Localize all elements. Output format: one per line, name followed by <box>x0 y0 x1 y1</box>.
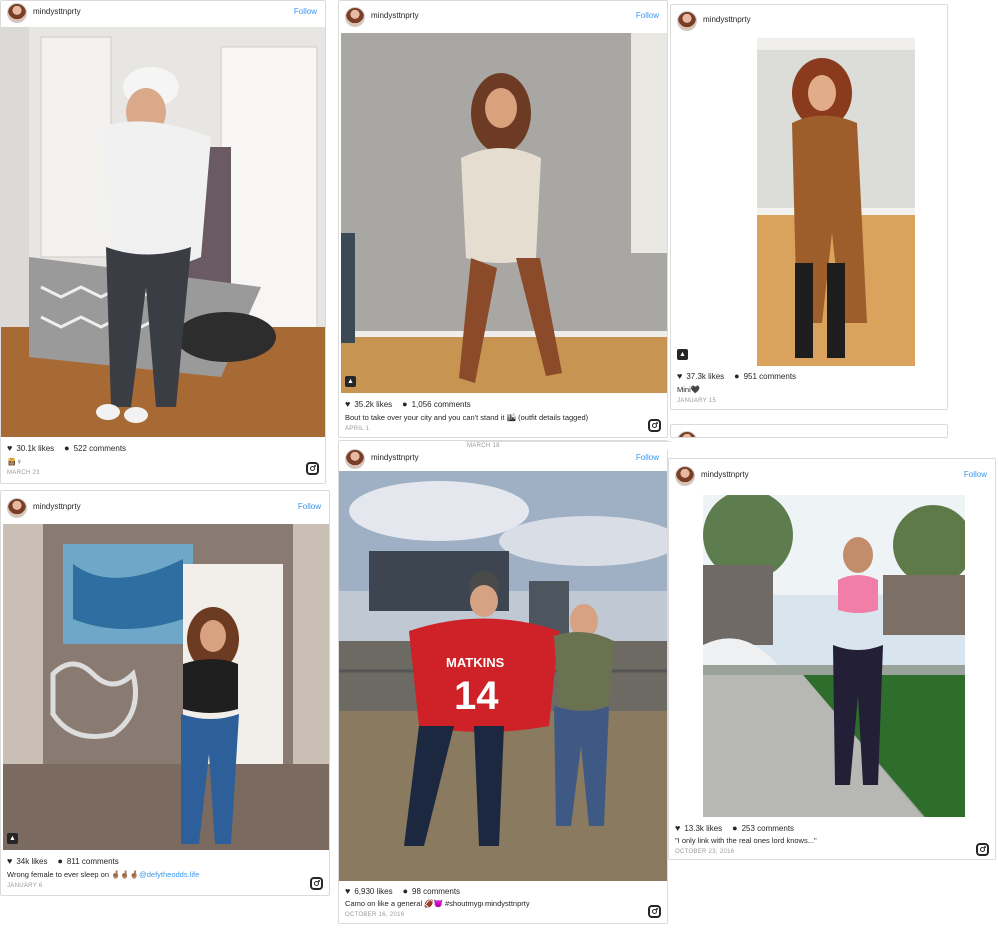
user-tag-icon[interactable]: ▲ <box>7 833 18 844</box>
likes-count: 6,930 likes <box>354 887 393 896</box>
post-caption: Camo on like a general 🏈😈 #shoutmyguys <box>345 899 494 908</box>
fragment-date: MARCH 18 <box>465 441 671 450</box>
likes-count: 35.2k likes <box>354 400 393 409</box>
avatar[interactable] <box>345 449 365 469</box>
post-photo[interactable]: ▲ <box>3 524 329 850</box>
username[interactable]: mindysttnprty <box>703 15 751 24</box>
post-caption: Wrong female to ever sleep on 🤞🏽🤞🏽🤞🏽@def… <box>7 870 199 879</box>
instagram-icon[interactable] <box>648 419 661 432</box>
post-card: mindysttnprty Follow ▲ ♥ 35.2k likes ● 1,05… <box>338 0 668 438</box>
follow-button[interactable]: Follow <box>636 453 659 462</box>
post-date: MARCH 23 <box>7 470 40 476</box>
post-date: OCTOBER 16, 2016 <box>345 912 405 918</box>
instagram-icon[interactable] <box>310 877 323 890</box>
follow-button[interactable]: Follow <box>294 7 317 16</box>
follow-button[interactable]: Follow <box>298 502 321 511</box>
post-caption: Bout to take over your city and you can'… <box>345 413 589 422</box>
user-tag-icon[interactable]: ▲ <box>345 376 356 387</box>
post-date: OCTOBER 23, 2016 <box>675 849 735 855</box>
post-photo[interactable] <box>1 27 325 437</box>
post-header: mindysttnprty <box>671 9 947 35</box>
comments-count: 253 comments <box>741 824 795 833</box>
post-header: mindysttnprty Follow <box>669 464 995 490</box>
post-stats: ♥ 34k likes ● 811 comments <box>7 856 119 866</box>
comment-icon[interactable]: ● <box>403 886 408 896</box>
post-photo[interactable]: MATKINS 14 <box>339 471 667 881</box>
heart-icon[interactable]: ♥ <box>7 443 12 453</box>
comments-count: 522 comments <box>73 444 127 453</box>
follow-button[interactable]: Follow <box>964 470 987 479</box>
comments-count: 811 comments <box>66 857 119 866</box>
instagram-icon[interactable] <box>306 462 319 475</box>
avatar[interactable] <box>7 3 27 23</box>
comment-icon[interactable]: ● <box>732 823 737 833</box>
svg-text:14: 14 <box>454 674 499 718</box>
likes-count: 37.3k likes <box>686 372 725 381</box>
post-stats: ♥ 37.3k likes ● 951 comments <box>677 371 796 381</box>
username[interactable]: mindysttnprty <box>701 470 749 479</box>
post-card: mindysttnprty Follow ♥ 13.3k likes ● 253 co… <box>668 458 996 860</box>
comment-icon[interactable]: ● <box>402 399 407 409</box>
follow-button[interactable]: Follow <box>636 11 659 20</box>
post-stats: ♥ 35.2k likes ● 1,056 comments <box>345 399 471 409</box>
post-caption: "I only link with the real ones lord kno… <box>675 836 817 845</box>
username[interactable]: mindysttnprty <box>371 11 419 20</box>
heart-icon[interactable]: ♥ <box>345 399 350 409</box>
avatar[interactable] <box>345 7 365 27</box>
post-stats: ♥ 6,930 likes ● 98 comments <box>345 886 460 896</box>
comments-count: 1,056 comments <box>411 400 471 409</box>
likes-count: 34k likes <box>16 857 48 866</box>
likes-count: 13.3k likes <box>684 824 723 833</box>
post-card: mindysttnprty Follow ♥ 30.1k likes ● 522 co… <box>0 0 326 484</box>
post-caption: 👸🏽♀ <box>7 457 22 466</box>
avatar[interactable] <box>677 11 697 31</box>
avatar[interactable] <box>7 498 27 518</box>
instagram-icon[interactable] <box>648 905 661 918</box>
post-photo[interactable]: ▲ <box>341 33 667 393</box>
fragment-username[interactable]: mindysttnprty <box>483 899 532 908</box>
post-caption: Mini🖤 <box>677 385 701 394</box>
instagram-icon[interactable] <box>976 843 989 856</box>
likes-count: 30.1k likes <box>16 444 55 453</box>
post-stats: ♥ 13.3k likes ● 253 comments <box>675 823 794 833</box>
post-date: APRIL 1 <box>345 426 370 432</box>
comments-count: 98 comments <box>412 887 461 896</box>
heart-icon[interactable]: ♥ <box>345 886 350 896</box>
post-photo[interactable] <box>757 38 915 366</box>
post-date: JANUARY 6 <box>7 883 43 889</box>
heart-icon[interactable]: ♥ <box>7 856 12 866</box>
comment-icon[interactable]: ● <box>64 443 69 453</box>
post-date: JANUARY 15 <box>677 398 717 404</box>
user-tag-icon[interactable]: ▲ <box>677 349 688 360</box>
heart-icon[interactable]: ♥ <box>677 371 682 381</box>
avatar[interactable] <box>677 431 697 437</box>
caption-mention-link[interactable]: @defytheodds.life <box>139 870 199 879</box>
post-photo[interactable] <box>703 495 965 817</box>
post-header: mindysttnprty Follow <box>1 1 325 27</box>
post-card: mindysttnprty Follow MATKINS 14 ♥6,930 <box>338 440 668 924</box>
post-card: mindysttnprty Follow ▲ ♥ 34k likes ● 811 co… <box>0 490 330 896</box>
heart-icon[interactable]: ♥ <box>675 823 680 833</box>
comments-count: 951 comments <box>743 372 797 381</box>
post-header: mindysttnprty Follow <box>339 447 667 473</box>
username[interactable]: mindysttnprty <box>371 453 419 462</box>
post-header: mindysttnprty Follow <box>339 5 667 31</box>
caption-text: Wrong female to ever sleep on 🤞🏽🤞🏽🤞🏽 <box>7 870 140 879</box>
post-stats: ♥ 30.1k likes ● 522 comments <box>7 443 126 453</box>
svg-text:MATKINS: MATKINS <box>446 655 505 670</box>
avatar[interactable] <box>675 466 695 486</box>
username[interactable]: mindysttnprty <box>33 502 81 511</box>
comment-icon[interactable]: ● <box>57 856 62 866</box>
post-header: mindysttnprty Follow <box>1 496 329 522</box>
username[interactable]: mindysttnprty <box>33 7 81 16</box>
post-card-fragment <box>670 424 948 438</box>
comment-icon[interactable]: ● <box>734 371 739 381</box>
post-card: mindysttnprty ▲ ♥ 37.3k likes ● 951 comment… <box>670 4 948 410</box>
